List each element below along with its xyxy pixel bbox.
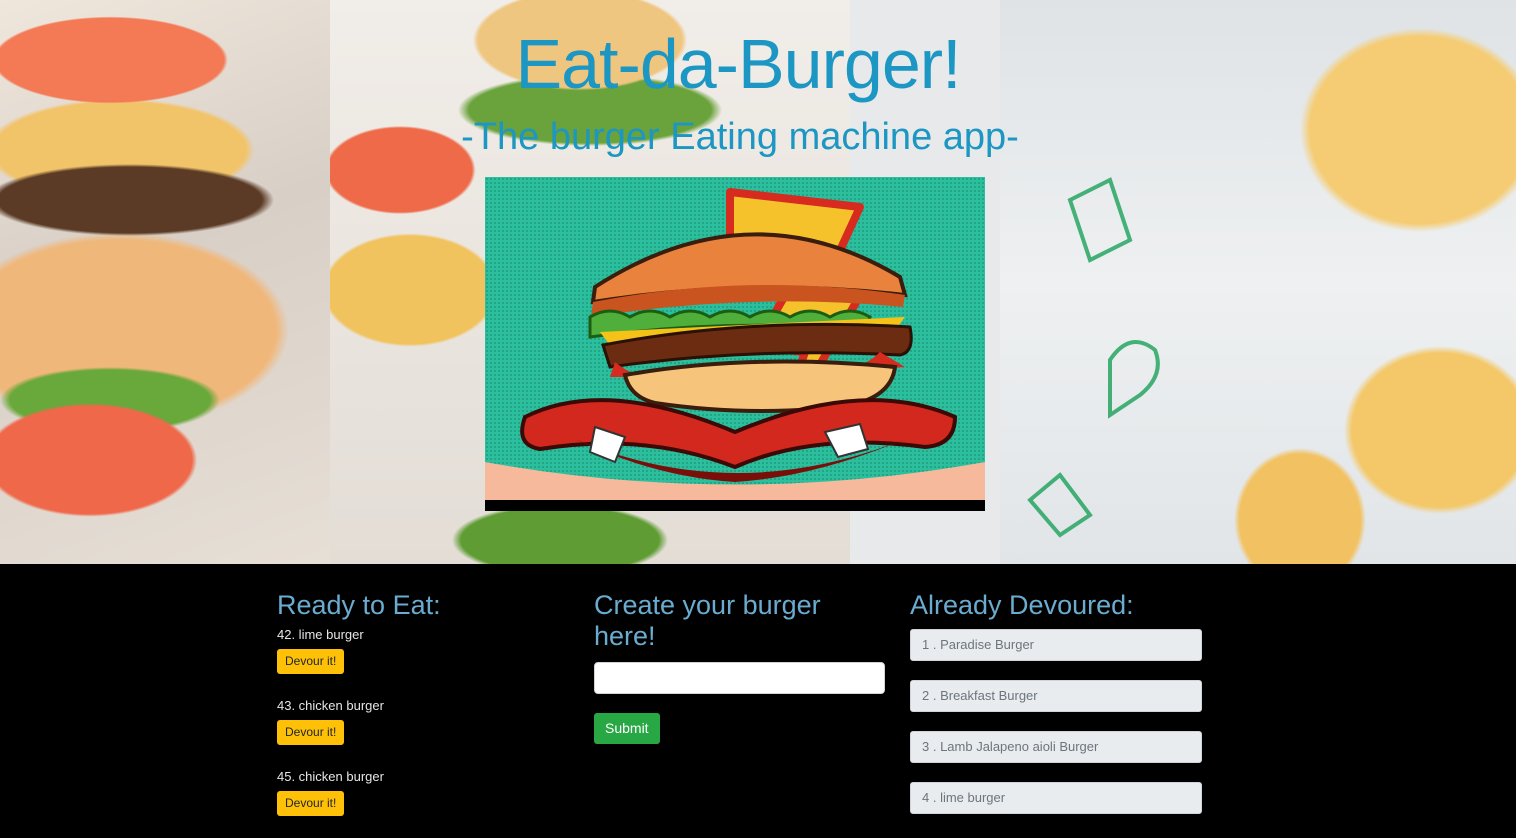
create-burger-column: Create your burger here! Submit [594, 564, 886, 744]
ready-heading: Ready to Eat: [277, 590, 441, 620]
burger-name: 45. chicken burger [277, 769, 384, 784]
devoured-item: 3 . Lamb Jalapeno aioli Burger [910, 731, 1202, 763]
list-item: 42. lime burger Devour it! [277, 625, 567, 696]
create-heading: Create your burger here! [594, 590, 821, 651]
burger-name: 42. lime burger [277, 627, 364, 642]
devoured-item: 1 . Paradise Burger [910, 629, 1202, 661]
submit-button[interactable]: Submit [594, 713, 660, 744]
burger-name-input[interactable] [594, 662, 885, 694]
page-subtitle: -The burger Eating machine app- [461, 116, 1019, 158]
devoured-column: Already Devoured: 1 . Paradise Burger 2 … [910, 564, 1202, 833]
poster-watermark [485, 500, 985, 511]
devour-button[interactable]: Devour it! [277, 649, 345, 674]
ready-list: 42. lime burger Devour it! 43. chicken b… [277, 625, 567, 838]
hero-banner: Eat-da-Burger! -The burger Eating machin… [0, 0, 1516, 564]
devoured-item: 4 . lime burger [910, 782, 1202, 814]
devour-button[interactable]: Devour it! [277, 791, 345, 816]
page-title: Eat-da-Burger! [515, 25, 961, 103]
burger-name: 43. chicken burger [277, 698, 384, 713]
burger-poster-image [485, 177, 985, 511]
ready-to-eat-column: Ready to Eat: 42. lime burger Devour it!… [277, 564, 567, 838]
list-item: 43. chicken burger Devour it! [277, 696, 567, 767]
devoured-heading: Already Devoured: [910, 590, 1134, 620]
devour-button[interactable]: Devour it! [277, 720, 345, 745]
devoured-list: 1 . Paradise Burger 2 . Breakfast Burger… [910, 629, 1202, 814]
content-area: Ready to Eat: 42. lime burger Devour it!… [0, 564, 1516, 825]
list-item: 45. chicken burger Devour it! [277, 767, 567, 838]
devoured-item: 2 . Breakfast Burger [910, 680, 1202, 712]
